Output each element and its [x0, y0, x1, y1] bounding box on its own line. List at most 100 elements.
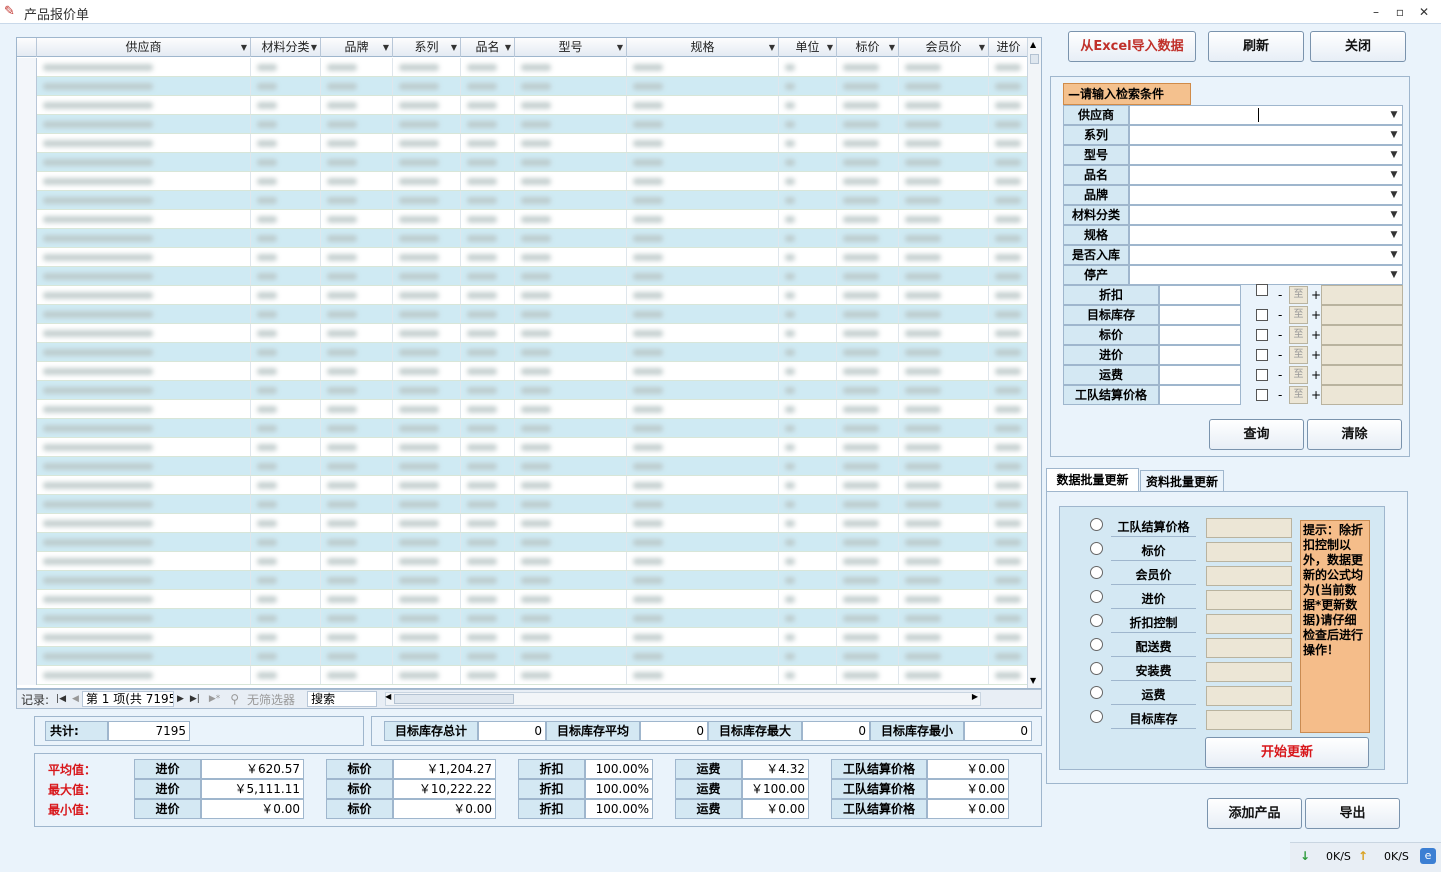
- table-row[interactable]: [17, 248, 1029, 267]
- table-cell[interactable]: [393, 362, 461, 380]
- table-cell[interactable]: [461, 533, 515, 551]
- table-cell[interactable]: [251, 400, 321, 418]
- table-cell[interactable]: [627, 533, 779, 551]
- grid-rows[interactable]: [17, 58, 1029, 688]
- table-cell[interactable]: [251, 628, 321, 646]
- numeric-field-input[interactable]: [1159, 305, 1241, 325]
- table-row[interactable]: [17, 419, 1029, 438]
- table-cell[interactable]: [989, 96, 1029, 114]
- table-cell[interactable]: [321, 343, 393, 361]
- table-cell[interactable]: [515, 571, 627, 589]
- query-button[interactable]: 查询: [1209, 419, 1304, 450]
- table-cell[interactable]: [393, 96, 461, 114]
- table-cell[interactable]: [321, 286, 393, 304]
- table-cell[interactable]: [837, 96, 899, 114]
- table-row[interactable]: [17, 514, 1029, 533]
- table-cell[interactable]: [393, 58, 461, 76]
- chevron-down-icon[interactable]: ▼: [1387, 168, 1401, 182]
- table-cell[interactable]: [37, 628, 251, 646]
- table-row[interactable]: [17, 628, 1029, 647]
- table-cell[interactable]: [321, 77, 393, 95]
- table-cell[interactable]: [251, 647, 321, 665]
- table-cell[interactable]: [393, 419, 461, 437]
- update-option-radio[interactable]: [1090, 542, 1103, 555]
- numeric-field-input[interactable]: [1159, 385, 1241, 405]
- table-cell[interactable]: [989, 400, 1029, 418]
- table-cell[interactable]: [627, 324, 779, 342]
- table-row[interactable]: [17, 666, 1029, 685]
- table-cell[interactable]: [899, 362, 989, 380]
- table-cell[interactable]: [393, 628, 461, 646]
- table-cell[interactable]: [837, 115, 899, 133]
- start-update-button[interactable]: 开始更新: [1205, 737, 1369, 768]
- range-checkbox[interactable]: [1256, 309, 1268, 321]
- row-selector[interactable]: [17, 115, 37, 134]
- table-cell[interactable]: [37, 58, 251, 76]
- table-cell[interactable]: [515, 77, 627, 95]
- prev-record-icon[interactable]: ◀: [69, 694, 82, 704]
- table-cell[interactable]: [627, 191, 779, 209]
- table-cell[interactable]: [251, 248, 321, 266]
- table-cell[interactable]: [779, 96, 837, 114]
- col-header-member-price[interactable]: 会员价 ▼: [899, 38, 989, 57]
- update-option-input[interactable]: [1206, 614, 1292, 634]
- table-cell[interactable]: [461, 362, 515, 380]
- table-cell[interactable]: [779, 229, 837, 247]
- table-cell[interactable]: [899, 628, 989, 646]
- table-cell[interactable]: [515, 305, 627, 323]
- table-cell[interactable]: [321, 628, 393, 646]
- table-cell[interactable]: [837, 191, 899, 209]
- range-upper-input[interactable]: [1321, 385, 1403, 405]
- table-row[interactable]: [17, 590, 1029, 609]
- table-cell[interactable]: [37, 362, 251, 380]
- table-cell[interactable]: [461, 400, 515, 418]
- table-cell[interactable]: [627, 438, 779, 456]
- table-cell[interactable]: [461, 495, 515, 513]
- table-cell[interactable]: [515, 457, 627, 475]
- table-cell[interactable]: [989, 552, 1029, 570]
- update-option-radio[interactable]: [1090, 590, 1103, 603]
- row-selector[interactable]: [17, 362, 37, 381]
- table-cell[interactable]: [321, 362, 393, 380]
- table-row[interactable]: [17, 609, 1029, 628]
- table-cell[interactable]: [515, 495, 627, 513]
- update-option-input[interactable]: [1206, 662, 1292, 682]
- no-filter-label[interactable]: 无筛选器: [243, 691, 307, 708]
- table-cell[interactable]: [515, 248, 627, 266]
- table-cell[interactable]: [321, 381, 393, 399]
- table-cell[interactable]: [899, 476, 989, 494]
- range-upper-input[interactable]: [1321, 285, 1403, 305]
- table-cell[interactable]: [779, 305, 837, 323]
- table-cell[interactable]: [627, 305, 779, 323]
- table-cell[interactable]: [627, 267, 779, 285]
- table-cell[interactable]: [779, 495, 837, 513]
- table-cell[interactable]: [989, 343, 1029, 361]
- table-cell[interactable]: [461, 153, 515, 171]
- table-cell[interactable]: [393, 115, 461, 133]
- vertical-scroll-thumb[interactable]: [1030, 54, 1039, 64]
- table-cell[interactable]: [779, 267, 837, 285]
- table-cell[interactable]: [393, 343, 461, 361]
- table-cell[interactable]: [515, 324, 627, 342]
- table-cell[interactable]: [515, 400, 627, 418]
- table-cell[interactable]: [779, 438, 837, 456]
- maximize-button[interactable]: ▫: [1389, 3, 1411, 21]
- table-cell[interactable]: [627, 248, 779, 266]
- table-cell[interactable]: [251, 286, 321, 304]
- scroll-down-icon[interactable]: ▼: [1030, 676, 1036, 685]
- col-header-brand[interactable]: 品牌 ▼: [321, 38, 393, 57]
- table-cell[interactable]: [461, 96, 515, 114]
- table-cell[interactable]: [837, 381, 899, 399]
- table-cell[interactable]: [899, 381, 989, 399]
- table-cell[interactable]: [989, 438, 1029, 456]
- table-cell[interactable]: [251, 343, 321, 361]
- table-cell[interactable]: [37, 77, 251, 95]
- table-cell[interactable]: [627, 400, 779, 418]
- table-cell[interactable]: [515, 628, 627, 646]
- table-cell[interactable]: [461, 286, 515, 304]
- table-cell[interactable]: [989, 229, 1029, 247]
- table-cell[interactable]: [321, 476, 393, 494]
- table-cell[interactable]: [37, 438, 251, 456]
- table-cell[interactable]: [37, 324, 251, 342]
- table-cell[interactable]: [779, 381, 837, 399]
